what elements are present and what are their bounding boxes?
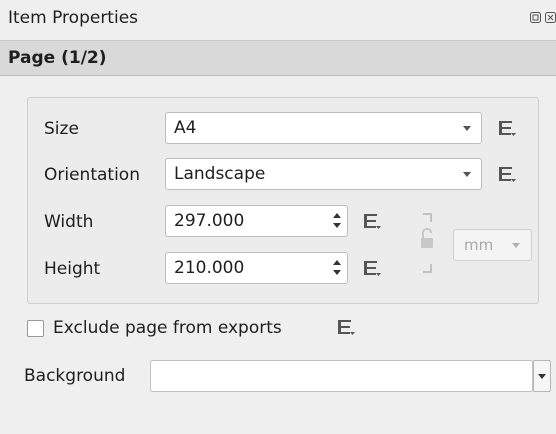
chevron-down-icon [463, 126, 471, 131]
size-label: Size [44, 119, 79, 139]
data-defined-override-icon[interactable] [361, 211, 383, 231]
orientation-label: Orientation [44, 165, 140, 185]
height-value: 210.000 [174, 258, 245, 278]
exclude-checkbox[interactable] [27, 320, 44, 337]
background-label: Background [24, 366, 126, 386]
spin-arrows-icon[interactable] [331, 256, 343, 280]
float-icon[interactable] [530, 12, 541, 24]
data-defined-override-icon[interactable] [335, 317, 357, 337]
size-combo[interactable]: A4 [165, 112, 482, 144]
spin-arrows-icon[interactable] [331, 209, 343, 233]
height-spinbox[interactable]: 210.000 [165, 252, 348, 284]
close-icon[interactable] [545, 12, 556, 24]
units-value: mm [464, 236, 494, 254]
height-label: Height [44, 259, 101, 279]
width-spinbox[interactable]: 297.000 [165, 205, 348, 237]
chevron-down-icon [463, 172, 471, 177]
panel-title: Item Properties [8, 8, 139, 28]
data-defined-override-icon[interactable] [496, 164, 518, 184]
lock-aspect-ratio-icon[interactable] [413, 212, 443, 274]
width-value: 297.000 [174, 211, 245, 231]
background-symbol-button[interactable] [150, 360, 533, 392]
chevron-down-icon [538, 374, 546, 379]
section-title: Page (1/2) [8, 48, 107, 68]
exclude-label[interactable]: Exclude page from exports [53, 318, 282, 338]
orientation-combo[interactable]: Landscape [165, 158, 482, 190]
data-defined-override-icon[interactable] [496, 118, 518, 138]
panel-titlebar: Item Properties [0, 0, 556, 40]
units-combo[interactable]: mm [453, 229, 532, 261]
width-label: Width [44, 212, 94, 232]
background-dropdown-button[interactable] [533, 360, 551, 392]
orientation-value: Landscape [174, 164, 266, 184]
section-header: Page (1/2) [0, 40, 556, 76]
chevron-down-icon [512, 243, 520, 248]
data-defined-override-icon[interactable] [361, 258, 383, 278]
size-value: A4 [174, 118, 197, 138]
